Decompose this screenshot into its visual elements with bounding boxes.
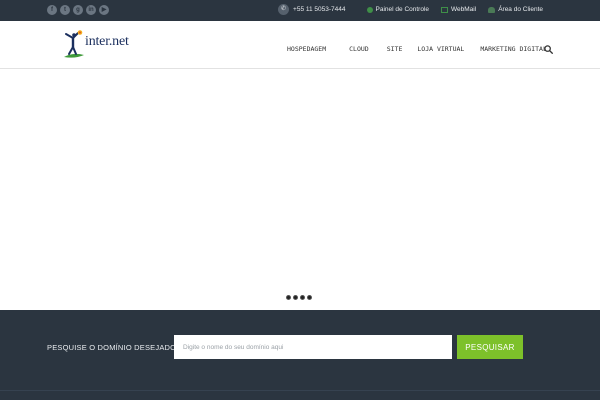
mail-icon [441, 6, 449, 13]
youtube-icon[interactable]: ▶ [99, 5, 109, 15]
phone-icon: ✆ [278, 4, 290, 15]
nav-item-site[interactable]: SITE [387, 45, 403, 53]
nav-item-cloud[interactable]: CLOUD [349, 45, 369, 53]
search-icon[interactable] [544, 45, 553, 54]
user-icon [488, 6, 496, 13]
social-links: f t g in ▶ [47, 5, 109, 15]
facebook-icon[interactable]: f [47, 5, 57, 15]
logo-figure-icon [64, 30, 84, 58]
domain-search-button[interactable]: PESQUISAR [457, 335, 523, 359]
domain-search-label: PESQUISE O DOMÍNIO DESEJADO: [47, 343, 179, 352]
twitter-icon[interactable]: t [60, 5, 70, 15]
logo-text: inter.net [85, 34, 129, 49]
slider-pagination [286, 295, 312, 300]
domain-search-section: PESQUISE O DOMÍNIO DESEJADO: PESQUISAR [0, 310, 600, 400]
nav-item-loja-virtual[interactable]: LOJA VIRTUAL [417, 45, 464, 53]
top-bar: f t g in ▶ ✆ +55 11 5053-7444 Painel de … [0, 0, 600, 21]
linkedin-icon[interactable]: in [86, 5, 96, 15]
slider-dot[interactable] [307, 295, 312, 300]
slider-dot[interactable] [286, 295, 291, 300]
webmail-link[interactable]: WebMail [441, 6, 476, 13]
googleplus-icon[interactable]: g [73, 5, 83, 15]
webmail-label: WebMail [451, 6, 477, 13]
site-header: inter.net HOSPEDAGEM CLOUD SITE LOJA VIR… [0, 21, 600, 69]
section-divider [0, 390, 600, 391]
slider-dot[interactable] [293, 295, 298, 300]
control-panel-link[interactable]: Painel de Controle [366, 6, 430, 13]
hero-slider [0, 70, 600, 310]
slider-dot[interactable] [300, 295, 305, 300]
main-nav: HOSPEDAGEM CLOUD SITE LOJA VIRTUAL MARKE… [287, 45, 547, 53]
top-links: ✆ +55 11 5053-7444 Painel de Controle We… [278, 4, 543, 15]
control-panel-label: Painel de Controle [375, 6, 430, 13]
phone-number: +55 11 5053-7444 [293, 6, 346, 13]
client-area-link[interactable]: Área do Cliente [488, 6, 543, 13]
nav-item-marketing-digital[interactable]: MARKETING DIGITAL [480, 45, 547, 53]
domain-search-input[interactable] [174, 335, 452, 359]
nav-item-hospedagem[interactable]: HOSPEDAGEM [287, 45, 326, 53]
client-area-label: Área do Cliente [498, 6, 543, 13]
site-logo[interactable]: inter.net [63, 30, 133, 60]
panel-icon [366, 6, 373, 13]
